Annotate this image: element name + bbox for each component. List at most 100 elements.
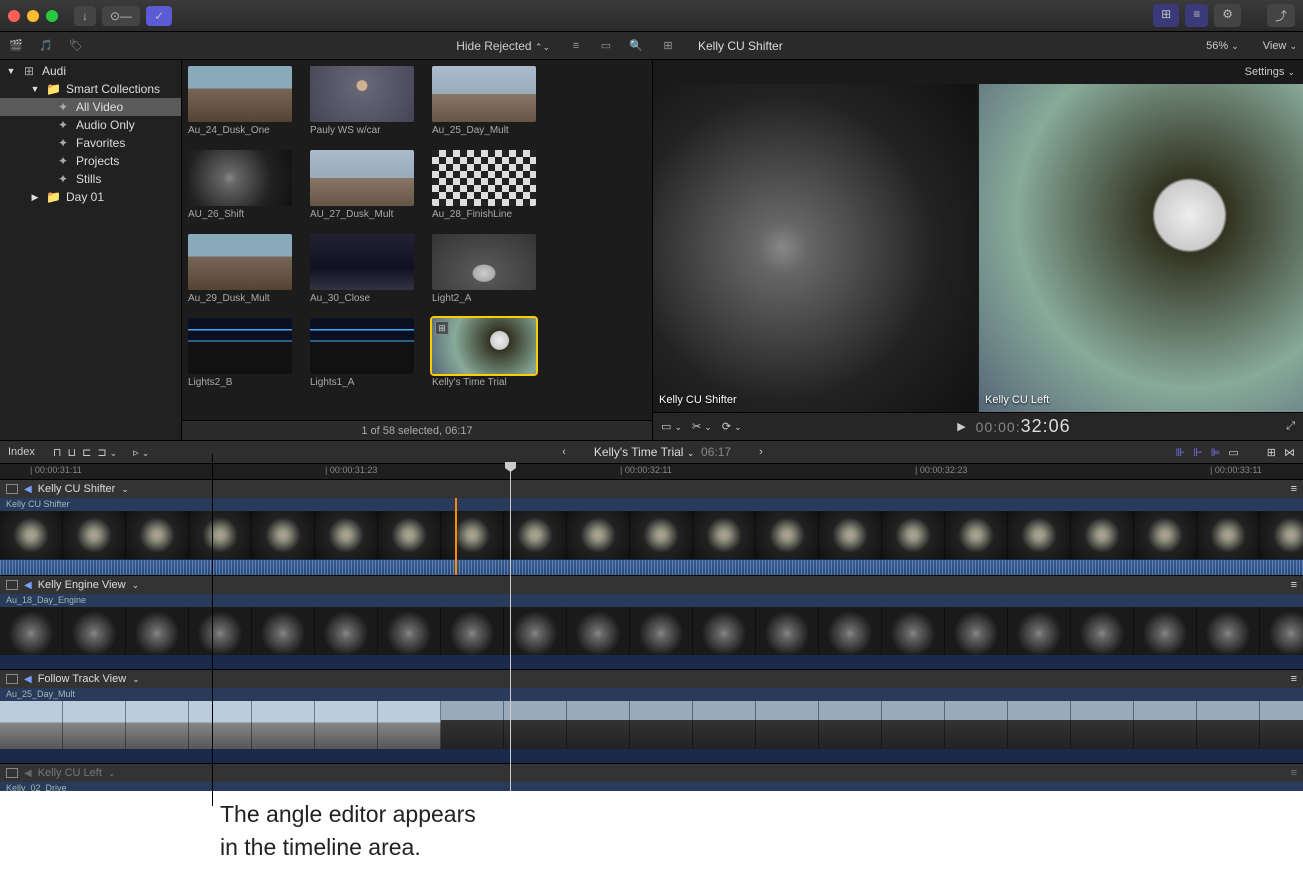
zoom-window-button[interactable] bbox=[46, 10, 58, 22]
speaker-icon[interactable]: ◀ bbox=[24, 674, 32, 685]
track-clip[interactable]: Au_18_Day_Engine bbox=[0, 594, 1303, 669]
zoom-dropdown[interactable]: 56% ⌄ bbox=[1206, 40, 1239, 52]
skimming-icon[interactable]: ⊪ bbox=[1176, 446, 1186, 459]
clip-au-27-dusk-mult[interactable]: AU_27_Dusk_Mult bbox=[310, 150, 414, 220]
sidebar-item-projects[interactable]: ✦Projects bbox=[0, 152, 181, 170]
retime-dropdown[interactable]: ✂ ⌄ bbox=[692, 420, 712, 433]
timeline-ruler[interactable]: | 00:00:31:11| 00:00:31:23| 00:00:32:11|… bbox=[0, 464, 1303, 480]
share-button[interactable]: ⤴ bbox=[1267, 4, 1295, 27]
clip-au-26-shift[interactable]: AU_26_Shift bbox=[188, 150, 292, 220]
track-clip[interactable]: Kelly CU Shifter bbox=[0, 498, 1303, 575]
monitor-icon[interactable] bbox=[6, 674, 18, 684]
timeline-nav-next[interactable]: › bbox=[759, 446, 763, 458]
sidebar-item-all-video[interactable]: ✦All Video bbox=[0, 98, 181, 116]
browser-toggle-button[interactable]: ⊞ bbox=[1153, 4, 1179, 27]
solo-icon[interactable]: ⊫ bbox=[1211, 446, 1221, 459]
filter-dropdown[interactable]: Hide Rejected ⌃⌄ bbox=[456, 39, 550, 53]
sidebar-item-smart-collections[interactable]: ▼📁Smart Collections bbox=[0, 80, 181, 98]
search-icon[interactable]: 🔍 bbox=[626, 36, 646, 56]
play-button[interactable]: ▶ bbox=[957, 420, 965, 433]
viewer-right-label: Kelly CU Left bbox=[985, 394, 1049, 406]
snapping-icon[interactable]: ▭ bbox=[1228, 446, 1238, 459]
clip-light2-a[interactable]: Light2_A bbox=[432, 234, 536, 304]
track-clip[interactable]: Kelly_02_Drive bbox=[0, 782, 1303, 791]
track-header[interactable]: ◀Kelly CU Shifter ⌄≡ bbox=[0, 480, 1303, 498]
filmstrip-frame bbox=[945, 511, 1008, 559]
monitor-icon[interactable] bbox=[6, 580, 18, 590]
angle-viewer-icon[interactable]: ⊞ bbox=[658, 36, 678, 56]
timeline-zoom-icon[interactable]: ⋈ bbox=[1284, 446, 1295, 459]
speaker-icon[interactable]: ◀ bbox=[24, 580, 32, 591]
connect-clip-icon[interactable]: ⊓ bbox=[53, 446, 62, 459]
clip-au-29-dusk-mult[interactable]: Au_29_Dusk_Mult bbox=[188, 234, 292, 304]
sidebar-item-favorites[interactable]: ✦Favorites bbox=[0, 134, 181, 152]
clip-thumbnail bbox=[188, 234, 292, 290]
viewer-angle-left[interactable]: Kelly CU Shifter bbox=[653, 84, 977, 412]
timeline-title[interactable]: Kelly's Time Trial ⌄ 06:17 bbox=[594, 445, 731, 459]
filmstrip-frame bbox=[1071, 607, 1134, 655]
fullscreen-icon[interactable]: ⤢ bbox=[1286, 420, 1295, 433]
clip-pauly-ws-w-car[interactable]: Pauly WS w/car bbox=[310, 66, 414, 136]
close-window-button[interactable] bbox=[8, 10, 20, 22]
index-button[interactable]: Index bbox=[8, 446, 35, 458]
transform-dropdown[interactable]: ▭ ⌄ bbox=[661, 420, 682, 433]
titles-icon[interactable]: 🏷 bbox=[66, 36, 86, 56]
background-tasks-button[interactable]: ✓ bbox=[146, 6, 172, 26]
clip-appearance-icon[interactable]: ≡ bbox=[566, 36, 586, 56]
playhead[interactable] bbox=[510, 464, 511, 791]
inspector-toggle-button[interactable]: ⚙ bbox=[1214, 4, 1241, 27]
keyword-button[interactable]: ⊙— bbox=[102, 6, 140, 26]
track-header[interactable]: ◀Kelly Engine View ⌄≡ bbox=[0, 576, 1303, 594]
clip-thumbnail: ⊞ bbox=[432, 318, 536, 374]
track-menu-icon[interactable]: ≡ bbox=[1291, 767, 1297, 779]
track-header[interactable]: ◀Follow Track View ⌄≡ bbox=[0, 670, 1303, 688]
sidebar-item-audi[interactable]: ▼⊞Audi bbox=[0, 62, 181, 80]
track-clip[interactable]: Au_25_Day_Mult bbox=[0, 688, 1303, 763]
monitor-icon[interactable] bbox=[6, 484, 18, 494]
clip-au-28-finishline[interactable]: Au_28_FinishLine bbox=[432, 150, 536, 220]
clip-au-25-day-mult[interactable]: Au_25_Day_Mult bbox=[432, 66, 536, 136]
speaker-icon[interactable]: ◀ bbox=[24, 768, 32, 779]
audio-skimming-icon[interactable]: ⊩ bbox=[1193, 446, 1203, 459]
clip-au-24-dusk-one[interactable]: Au_24_Dusk_One bbox=[188, 66, 292, 136]
settings-dropdown[interactable]: Settings ⌄ bbox=[1245, 66, 1295, 78]
library-icon[interactable]: 🎬 bbox=[6, 36, 26, 56]
filmstrip-frame bbox=[1134, 701, 1197, 749]
view-dropdown[interactable]: View ⌄ bbox=[1263, 40, 1297, 52]
minimize-window-button[interactable] bbox=[27, 10, 39, 22]
timeline-toggle-button[interactable]: ≡ bbox=[1185, 4, 1208, 27]
filmstrip-frame bbox=[1197, 701, 1260, 749]
timecode-display[interactable]: 00:00:32:06 bbox=[976, 416, 1071, 437]
enhance-dropdown[interactable]: ⟳ ⌄ bbox=[722, 420, 742, 433]
list-view-icon[interactable]: ▭ bbox=[596, 36, 616, 56]
clip-appearance-timeline-icon[interactable]: ⊞ bbox=[1267, 446, 1276, 459]
sidebar-item-stills[interactable]: ✦Stills bbox=[0, 170, 181, 188]
filmstrip-frame bbox=[882, 701, 945, 749]
speaker-icon[interactable]: ◀ bbox=[24, 484, 32, 495]
import-button[interactable]: ↓ bbox=[74, 6, 96, 26]
photos-icon[interactable]: 🎵 bbox=[36, 36, 56, 56]
monitor-icon[interactable] bbox=[6, 768, 18, 778]
append-clip-icon[interactable]: ⊏ bbox=[82, 446, 91, 459]
track-menu-icon[interactable]: ≡ bbox=[1291, 673, 1297, 685]
clip-lights1-a[interactable]: Lights1_A bbox=[310, 318, 414, 388]
sidebar-item-audio-only[interactable]: ✦Audio Only bbox=[0, 116, 181, 134]
sidebar-item-day-01[interactable]: ▶📁Day 01 bbox=[0, 188, 181, 206]
overwrite-clip-icon[interactable]: ⊐ ⌄ bbox=[97, 446, 117, 459]
viewer-angle-right[interactable]: Kelly CU Left bbox=[979, 84, 1303, 412]
clip-kelly-s-time-trial[interactable]: ⊞Kelly's Time Trial bbox=[432, 318, 536, 388]
track-menu-icon[interactable]: ≡ bbox=[1291, 579, 1297, 591]
tools-dropdown[interactable]: ▹ ⌄ bbox=[133, 446, 149, 459]
timeline-nav-prev[interactable]: ‹ bbox=[562, 446, 566, 458]
insert-clip-icon[interactable]: ⊔ bbox=[68, 446, 77, 459]
clip-au-30-close[interactable]: Au_30_Close bbox=[310, 234, 414, 304]
track-header[interactable]: ◀Kelly CU Left ⌄≡ bbox=[0, 764, 1303, 782]
ruler-mark: | 00:00:32:23 bbox=[915, 465, 967, 475]
clip-lights2-b[interactable]: Lights2_B bbox=[188, 318, 292, 388]
angle-editor-tracks: ◀Kelly CU Shifter ⌄≡Kelly CU Shifter◀Kel… bbox=[0, 480, 1303, 791]
timeline-marker[interactable] bbox=[455, 498, 457, 575]
sidebar-item-label: Favorites bbox=[76, 136, 125, 150]
filmstrip-frame bbox=[504, 607, 567, 655]
track-menu-icon[interactable]: ≡ bbox=[1291, 483, 1297, 495]
annotation-callout: The angle editor appears in the timeline… bbox=[212, 798, 612, 865]
